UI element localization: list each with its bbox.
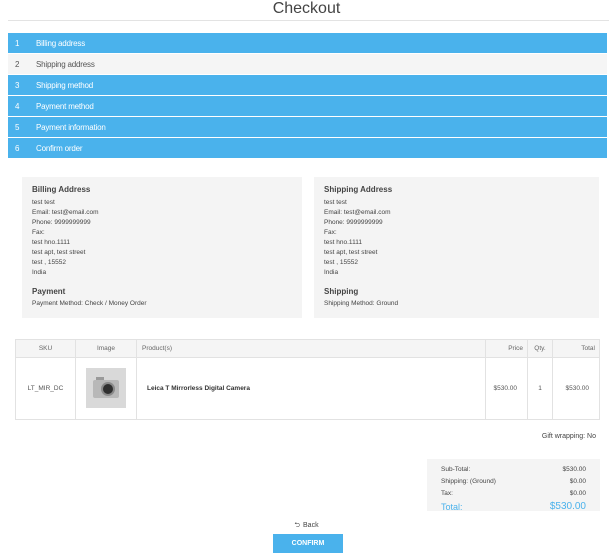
- shipping-value: $0.00: [569, 478, 586, 485]
- back-link-label: Back: [303, 522, 319, 529]
- step-number: 4: [15, 101, 20, 111]
- step-confirm-order[interactable]: 6 Confirm order: [8, 138, 607, 158]
- step-number: 5: [15, 122, 20, 132]
- shipping-fax: Fax:: [324, 229, 337, 236]
- step-label: Shipping method: [36, 80, 94, 90]
- billing-address-line2: test apt, test street: [32, 249, 86, 256]
- step-label: Shipping address: [36, 59, 95, 69]
- step-label: Confirm order: [36, 143, 83, 153]
- back-link[interactable]: ⮌ Back: [0, 521, 613, 532]
- shipping-country: India: [324, 269, 339, 276]
- billing-country: India: [32, 269, 47, 276]
- payment-heading: Payment: [32, 287, 66, 296]
- shipping-address-line2: test apt, test street: [324, 249, 378, 256]
- header-products: Product(s): [136, 339, 486, 358]
- cell-qty: 1: [527, 357, 553, 420]
- shipping-method-text: Shipping Method: Ground: [324, 300, 399, 307]
- step-shipping-address[interactable]: 2 Shipping address: [8, 54, 607, 74]
- order-total-row: Total: $530.00: [441, 500, 586, 511]
- step-label: Payment information: [36, 122, 106, 132]
- order-totals-panel: Sub-Total: $530.00 Shipping: (Ground) $0…: [427, 459, 600, 511]
- billing-city: test , 15552: [32, 259, 66, 266]
- cell-image: [75, 357, 137, 420]
- tax-value: $0.00: [569, 490, 586, 497]
- header-price: Price: [485, 339, 528, 358]
- billing-name: test test: [32, 199, 55, 206]
- step-label: Billing address: [36, 38, 86, 48]
- shipping-city: test , 15552: [324, 259, 358, 266]
- table-row: LT_MIR_DC Leica T Mirrorless Digital Cam…: [15, 357, 600, 420]
- gift-wrapping-info: Gift wrapping: No: [541, 433, 596, 440]
- cell-price: $530.00: [485, 357, 528, 420]
- order-total-value: $530.00: [549, 501, 586, 511]
- shipping-row: Shipping: (Ground) $0.00: [441, 476, 586, 488]
- step-number: 6: [15, 143, 20, 153]
- shipping-name: test test: [324, 199, 347, 206]
- tax-row: Tax: $0.00: [441, 488, 586, 500]
- shipping-phone: Phone: 9999999999: [324, 219, 383, 226]
- billing-address-line1: test hno.1111: [32, 239, 70, 246]
- subtotal-row: Sub-Total: $530.00: [441, 464, 586, 476]
- step-payment-information[interactable]: 5 Payment information: [8, 117, 607, 137]
- page-title: Checkout: [272, 0, 341, 17]
- header-total: Total: [552, 339, 600, 358]
- subtotal-value: $530.00: [562, 466, 587, 473]
- shipping-address-panel: Shipping Address test test Email: test@e…: [314, 177, 599, 318]
- back-arrow-icon: ⮌: [294, 522, 301, 529]
- step-shipping-method[interactable]: 3 Shipping method: [8, 75, 607, 95]
- shipping-email: Email: test@email.com: [324, 209, 391, 216]
- billing-fax: Fax:: [32, 229, 45, 236]
- step-payment-method[interactable]: 4 Payment method: [8, 96, 607, 116]
- shipping-address-line1: test hno.1111: [324, 239, 362, 246]
- billing-phone: Phone: 9999999999: [32, 219, 91, 226]
- step-billing-address[interactable]: 1 Billing address: [8, 33, 607, 53]
- billing-email: Email: test@email.com: [32, 209, 99, 216]
- billing-address-heading: Billing Address: [32, 185, 91, 194]
- title-divider: [8, 20, 609, 21]
- checkout-steps: 1 Billing address 2 Shipping address 3 S…: [8, 33, 607, 159]
- header-image: Image: [75, 339, 137, 358]
- step-number: 3: [15, 80, 20, 90]
- order-total-label: Total:: [441, 502, 463, 511]
- shipping-method-heading: Shipping: [324, 287, 359, 296]
- table-header-row: SKU Image Product(s) Price Qty. Total: [15, 339, 600, 358]
- product-name-link[interactable]: Leica T Mirrorless Digital Camera: [136, 357, 486, 420]
- billing-address-panel: Billing Address test test Email: test@em…: [22, 177, 302, 318]
- subtotal-label: Sub-Total:: [441, 466, 471, 473]
- shipping-address-heading: Shipping Address: [324, 185, 393, 194]
- camera-product-image[interactable]: [86, 367, 126, 408]
- tax-label: Tax:: [441, 490, 453, 497]
- header-sku: SKU: [15, 339, 76, 358]
- payment-method-text: Payment Method: Check / Money Order: [32, 300, 147, 307]
- shipping-label: Shipping: (Ground): [441, 478, 496, 485]
- step-number: 1: [15, 38, 20, 48]
- cell-sku: LT_MIR_DC: [15, 357, 76, 420]
- header-qty: Qty.: [527, 339, 553, 358]
- cell-total: $530.00: [552, 357, 600, 420]
- step-label: Payment method: [36, 101, 94, 111]
- step-number: 2: [15, 59, 20, 69]
- confirm-button[interactable]: CONFIRM: [273, 534, 343, 553]
- order-items-table: SKU Image Product(s) Price Qty. Total LT…: [15, 339, 600, 420]
